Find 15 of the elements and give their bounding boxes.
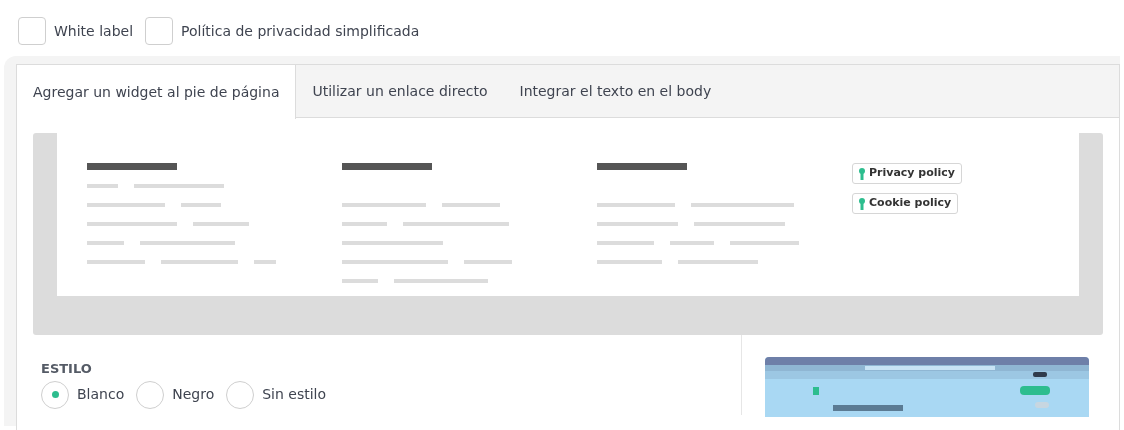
checkbox-label[interactable]: Política de privacidad simplificada [181, 20, 420, 42]
checkbox-label[interactable]: White label [54, 20, 134, 42]
radio-label[interactable]: Negro [172, 384, 215, 405]
radio-label[interactable]: Blanco [77, 384, 125, 405]
keyhole-icon [859, 167, 865, 180]
section-label: ESTILO [41, 360, 93, 378]
radio-label[interactable]: Sin estilo [262, 384, 327, 405]
keyhole-icon [859, 197, 865, 210]
tab[interactable]: Agregar un widget al pie de página [17, 65, 297, 119]
policy-badge[interactable]: Cookie policy [852, 193, 959, 214]
tab[interactable]: Integrar el texto en el body [503, 65, 728, 118]
policy-badge[interactable]: Privacy policy [852, 163, 963, 184]
tab[interactable]: Utilizar un enlace directo [296, 65, 504, 118]
checkbox[interactable] [145, 17, 174, 45]
checkbox[interactable] [18, 17, 46, 45]
